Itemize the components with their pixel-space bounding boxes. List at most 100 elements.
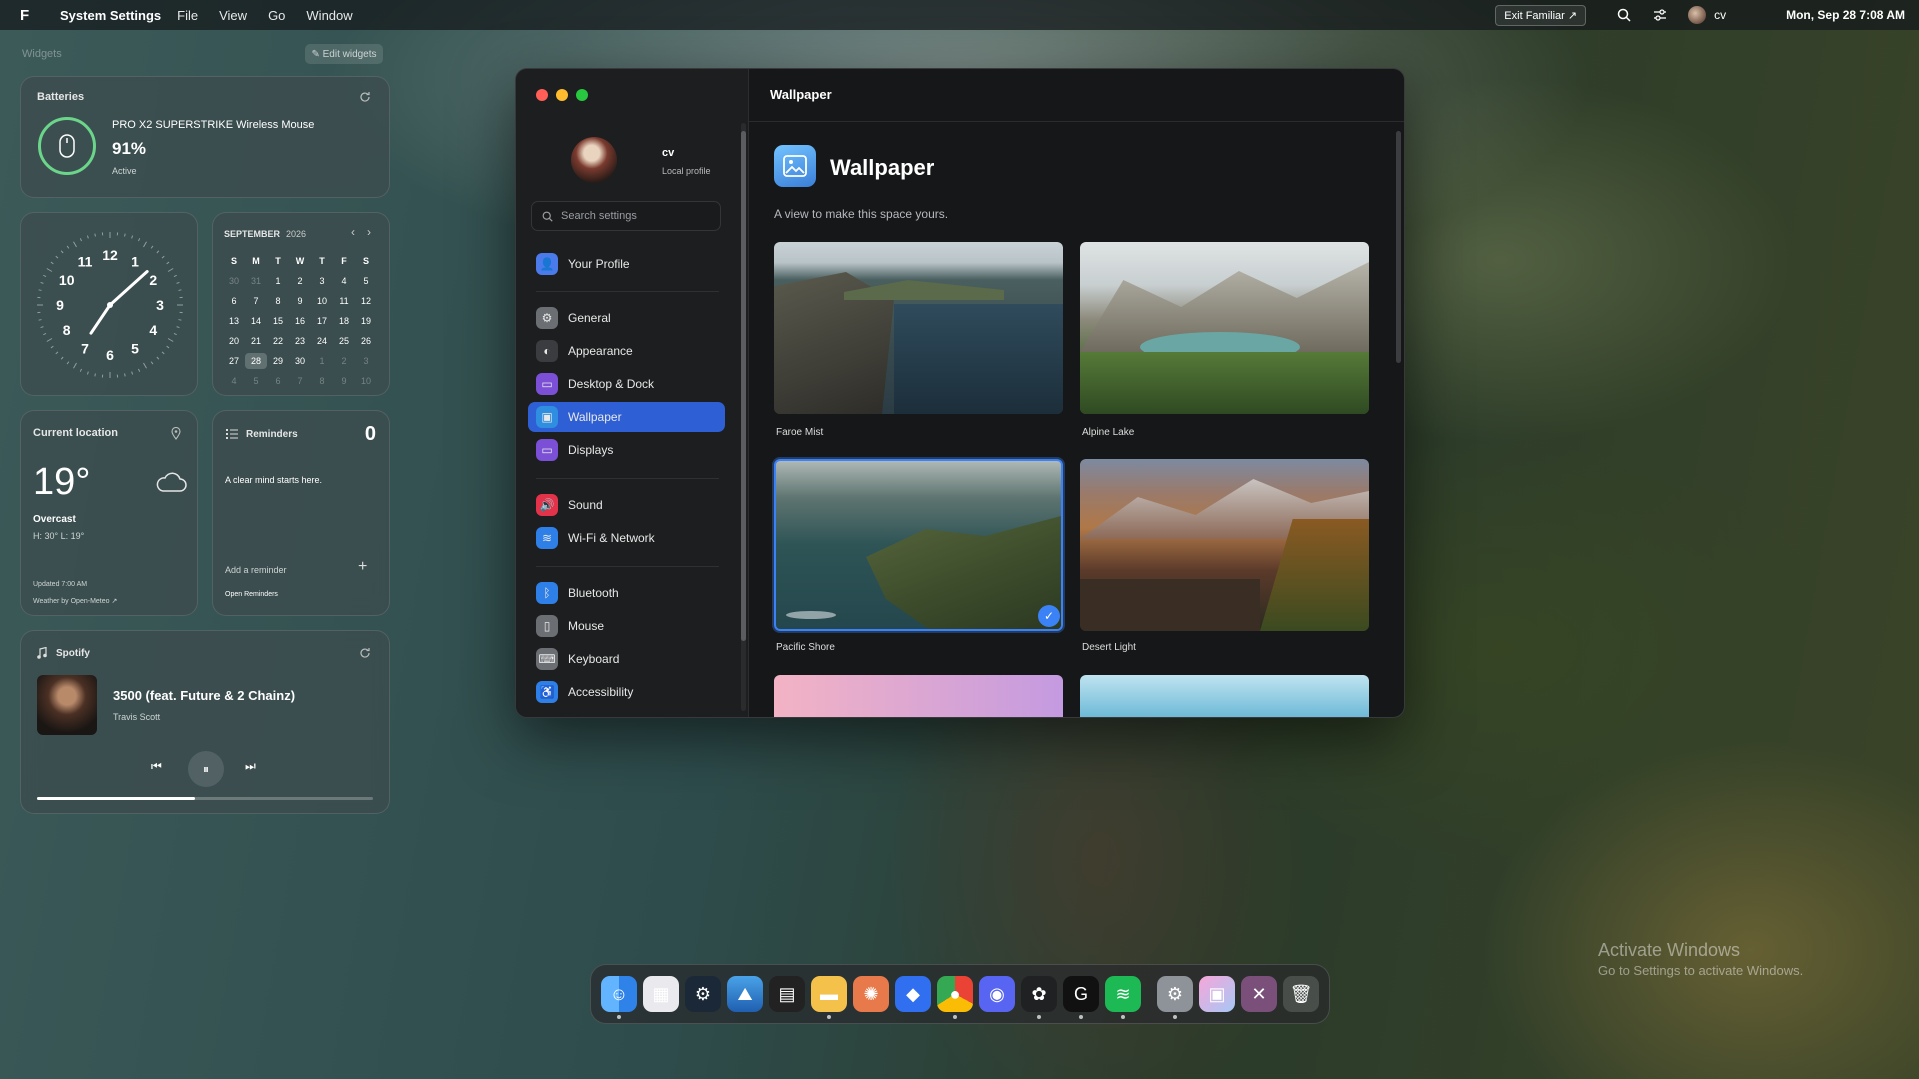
chatgpt-icon[interactable]: ✿: [1021, 976, 1057, 1019]
calendar-day[interactable]: 8: [311, 373, 333, 389]
next-track-icon[interactable]: ⏭: [245, 759, 256, 774]
sidebar-item-wallpaper[interactable]: ▣ Wallpaper: [528, 402, 725, 432]
photos-icon[interactable]: ⛰: [727, 976, 763, 1012]
calendar-day[interactable]: 20: [223, 333, 245, 349]
sidebar-item-mouse[interactable]: ▯ Mouse: [528, 611, 725, 641]
spotify-icon[interactable]: ≋: [1105, 976, 1141, 1019]
main-scrollbar[interactable]: [1396, 131, 1401, 363]
files-icon[interactable]: ▬: [811, 976, 847, 1019]
calendar-day[interactable]: 10: [355, 373, 377, 389]
sidebar-item-keyboard[interactable]: ⌨ Keyboard: [528, 644, 725, 674]
calendar-day[interactable]: 29: [267, 353, 289, 369]
finder-icon[interactable]: ☺: [601, 976, 637, 1019]
minimize-window-button[interactable]: [556, 89, 568, 101]
calendar-day[interactable]: 3: [311, 273, 333, 289]
steam-icon[interactable]: ⚙: [685, 976, 721, 1012]
calendar-day[interactable]: 6: [223, 293, 245, 309]
sidebar-item-sound[interactable]: 🔊 Sound: [528, 490, 725, 520]
zoom-window-button[interactable]: [576, 89, 588, 101]
wallpaper-tile-gradient-pink[interactable]: [774, 675, 1063, 717]
menu-go[interactable]: Go: [268, 8, 285, 23]
calendar-day[interactable]: 18: [333, 313, 355, 329]
close-app-icon[interactable]: ✕: [1241, 976, 1277, 1012]
calendar-day[interactable]: 30: [289, 353, 311, 369]
logitech-icon[interactable]: G: [1063, 976, 1099, 1019]
calendar-day[interactable]: 13: [223, 313, 245, 329]
menu-user-name[interactable]: cv: [1714, 8, 1726, 22]
pause-icon[interactable]: ⏸: [188, 751, 224, 787]
calendar-day[interactable]: 1: [311, 353, 333, 369]
sidebar-item-desktop-dock[interactable]: ▭ Desktop & Dock: [528, 369, 725, 399]
claude-icon[interactable]: ✺: [853, 976, 889, 1012]
menu-file[interactable]: File: [177, 8, 198, 23]
launchpad-icon[interactable]: ▦: [643, 976, 679, 1012]
previous-track-icon[interactable]: ⏮: [151, 759, 162, 774]
add-reminder-input[interactable]: Add a reminder: [225, 565, 287, 575]
calendar-day[interactable]: 6: [267, 373, 289, 389]
calendar-day[interactable]: 23: [289, 333, 311, 349]
exit-familiar-button[interactable]: Exit Familiar ↗: [1495, 4, 1587, 26]
calendar-day[interactable]: 9: [333, 373, 355, 389]
calendar-day[interactable]: 19: [355, 313, 377, 329]
editor-icon[interactable]: ◆: [895, 976, 931, 1012]
edit-widgets-button[interactable]: ✎ Edit widgets: [305, 44, 383, 64]
calendar-day[interactable]: 2: [289, 273, 311, 289]
calendar-day[interactable]: 24: [311, 333, 333, 349]
sidebar-item-wi-fi-network[interactable]: ≋ Wi-Fi & Network: [528, 523, 725, 553]
user-avatar[interactable]: [1688, 6, 1707, 24]
calendar-day[interactable]: 3: [355, 353, 377, 369]
spotify-progress-track[interactable]: [37, 797, 373, 800]
calendar-day[interactable]: 2: [333, 353, 355, 369]
profile-avatar[interactable]: [571, 137, 617, 183]
calendar-day[interactable]: 7: [245, 293, 267, 309]
app-logo[interactable]: F: [20, 7, 36, 24]
chrome-icon[interactable]: ●: [937, 976, 973, 1019]
calendar-next-icon[interactable]: ›: [367, 225, 371, 239]
weather-source-link[interactable]: Weather by Open-Meteo ↗: [33, 597, 117, 605]
menu-datetime[interactable]: Mon, Sep 28 7:08 AM: [1786, 8, 1905, 22]
wallpaper-tile-faroe-mist[interactable]: [774, 242, 1063, 414]
refresh-icon[interactable]: [359, 647, 371, 659]
wallpaper-tile-gradient-blue[interactable]: [1080, 675, 1369, 717]
settings-icon[interactable]: ⚙: [1157, 976, 1193, 1019]
open-reminders-link[interactable]: Open Reminders: [225, 591, 278, 598]
calendar-day[interactable]: 25: [333, 333, 355, 349]
calendar-day[interactable]: 5: [245, 373, 267, 389]
calendar-day[interactable]: 26: [355, 333, 377, 349]
menu-window[interactable]: Window: [306, 8, 352, 23]
calendar-day[interactable]: 9: [289, 293, 311, 309]
calendar-day[interactable]: 1: [267, 273, 289, 289]
calendar-day[interactable]: 10: [311, 293, 333, 309]
trash-icon[interactable]: 🗑: [1283, 976, 1319, 1012]
calendar-day[interactable]: 17: [311, 313, 333, 329]
discord-icon[interactable]: ◉: [979, 976, 1015, 1012]
sidebar-scrollbar[interactable]: [741, 131, 746, 641]
calendar-day[interactable]: 7: [289, 373, 311, 389]
gallery-icon[interactable]: ▣: [1199, 976, 1235, 1012]
calendar-day[interactable]: 4: [223, 373, 245, 389]
control-center-icon[interactable]: [1652, 7, 1668, 23]
epic-icon[interactable]: ▤: [769, 976, 805, 1012]
calendar-day[interactable]: 22: [267, 333, 289, 349]
menu-view[interactable]: View: [219, 8, 247, 23]
calendar-day[interactable]: 5: [355, 273, 377, 289]
sidebar-item-displays[interactable]: ▭ Displays: [528, 435, 725, 465]
calendar-day[interactable]: 28: [245, 353, 267, 369]
calendar-day[interactable]: 31: [245, 273, 267, 289]
sidebar-item-your-profile[interactable]: 👤 Your Profile: [528, 249, 725, 279]
calendar-day[interactable]: 16: [289, 313, 311, 329]
sidebar-item-general[interactable]: ⚙ General: [528, 303, 725, 333]
wallpaper-tile-pacific-shore[interactable]: ✓: [774, 459, 1063, 631]
search-field[interactable]: Search settings: [531, 201, 721, 231]
calendar-day[interactable]: 11: [333, 293, 355, 309]
calendar-day[interactable]: 14: [245, 313, 267, 329]
menu-app-name[interactable]: System Settings: [60, 8, 161, 23]
calendar-day[interactable]: 4: [333, 273, 355, 289]
calendar-day[interactable]: 30: [223, 273, 245, 289]
sidebar-item-appearance[interactable]: ◐ Appearance: [528, 336, 725, 366]
calendar-day[interactable]: 27: [223, 353, 245, 369]
sidebar-item-accessibility[interactable]: ♿ Accessibility: [528, 677, 725, 707]
calendar-day[interactable]: 21: [245, 333, 267, 349]
search-icon[interactable]: [1616, 7, 1632, 23]
location-pin-icon[interactable]: [171, 427, 181, 440]
